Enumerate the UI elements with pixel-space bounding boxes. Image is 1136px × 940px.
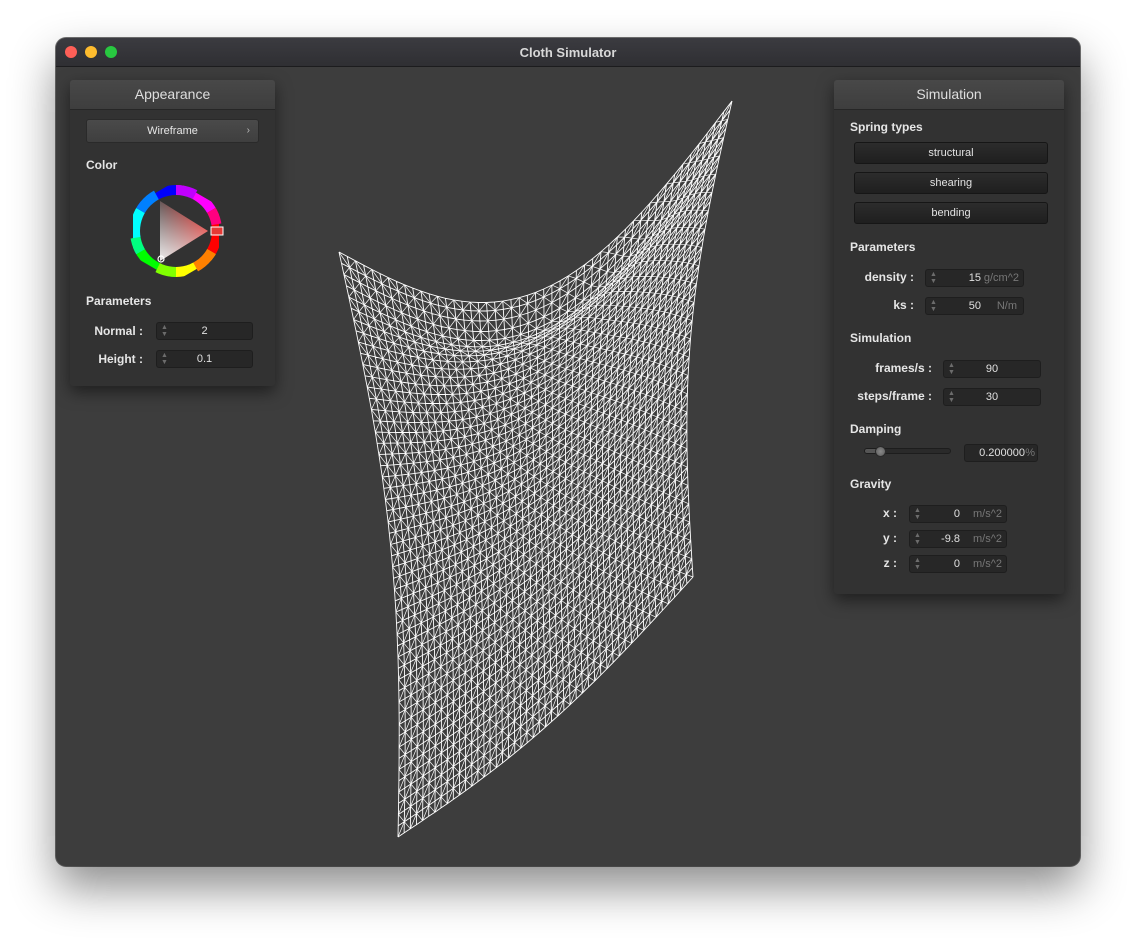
gravity-z-input[interactable]: ▲ ▼ 0 m/s^2 [909, 555, 1007, 573]
ks-label: ks : [893, 298, 914, 312]
sim-parameters-label: Parameters [850, 240, 916, 254]
gravity-x-input[interactable]: ▲ ▼ 0 m/s^2 [909, 505, 1007, 523]
gravity-x-unit: m/s^2 [973, 508, 1002, 520]
spinner-icon[interactable]: ▲ ▼ [914, 507, 921, 521]
ks-value: 50 [968, 300, 981, 312]
frames-per-second-input[interactable]: ▲ ▼ 90 [943, 360, 1041, 378]
window-title: Cloth Simulator [519, 45, 617, 60]
damping-unit: % [1025, 447, 1035, 459]
gravity-z-value: 0 [953, 558, 960, 570]
shader-select-button[interactable]: Wireframe › [86, 119, 259, 143]
density-unit: g/cm^2 [983, 272, 1019, 284]
gravity-y-unit: m/s^2 [973, 533, 1002, 545]
color-wheel[interactable] [128, 183, 224, 279]
gravity-y-input[interactable]: ▲ ▼ -9.8 m/s^2 [909, 530, 1007, 548]
appearance-parameters-label: Parameters [86, 294, 152, 308]
frames-per-second-label: frames/s : [875, 361, 932, 375]
density-label: density : [864, 270, 914, 284]
shader-select-label: Wireframe [147, 125, 198, 137]
spinner-icon[interactable]: ▲ ▼ [914, 532, 921, 546]
color-label: Color [86, 158, 118, 172]
normal-input[interactable]: ▲ ▼ 2 [156, 322, 253, 340]
simulation-panel: Simulation Spring types structural shear… [834, 80, 1064, 594]
simulation-panel-header[interactable]: Simulation [834, 80, 1064, 110]
gravity-label: Gravity [850, 477, 892, 491]
bending-button[interactable]: bending [854, 202, 1048, 224]
gravity-z-unit: m/s^2 [973, 558, 1002, 570]
spinner-icon[interactable]: ▲ ▼ [930, 271, 937, 285]
title-bar: Cloth Simulator [56, 38, 1080, 67]
gravity-x-value: 0 [953, 508, 960, 520]
simulation-section-label: Simulation [850, 331, 912, 345]
ks-unit: N/m [996, 300, 1017, 312]
steps-per-frame-value: 30 [985, 391, 999, 403]
gravity-z-label: z : [883, 556, 897, 570]
gravity-y-value: -9.8 [941, 533, 960, 545]
spinner-icon[interactable]: ▲ ▼ [914, 557, 921, 571]
height-value: 0.1 [196, 353, 213, 365]
height-input[interactable]: ▲ ▼ 0.1 [156, 350, 253, 368]
spring-types-label: Spring types [850, 120, 923, 134]
spinner-icon[interactable]: ▲ ▼ [930, 299, 937, 313]
app-window: Cloth Simulator Appearance Wireframe › C… [56, 38, 1080, 866]
steps-per-frame-input[interactable]: ▲ ▼ 30 [943, 388, 1041, 406]
appearance-panel-header[interactable]: Appearance [70, 80, 275, 110]
normal-label: Normal : [94, 324, 143, 338]
damping-input[interactable]: 0.200000 % [964, 444, 1038, 462]
damping-slider-knob[interactable] [875, 446, 887, 457]
gravity-x-label: x : [882, 506, 897, 520]
density-value: 15 [968, 272, 981, 284]
ks-input[interactable]: ▲ ▼ 50 N/m [925, 297, 1024, 315]
damping-label: Damping [850, 422, 902, 436]
height-label: Height : [98, 352, 143, 366]
damping-value: 0.200000 [979, 447, 1025, 459]
shearing-button[interactable]: shearing [854, 172, 1048, 194]
appearance-panel: Appearance Wireframe › Color Parameters … [70, 80, 275, 386]
chevron-right-icon: › [246, 125, 250, 136]
frames-per-second-value: 90 [985, 363, 999, 375]
cloth-grid-lines [338, 100, 733, 838]
structural-button[interactable]: structural [854, 142, 1048, 164]
steps-per-frame-label: steps/frame : [857, 389, 932, 403]
density-input[interactable]: ▲ ▼ 15 g/cm^2 [925, 269, 1024, 287]
normal-value: 2 [201, 325, 208, 337]
gravity-y-label: y : [882, 531, 897, 545]
